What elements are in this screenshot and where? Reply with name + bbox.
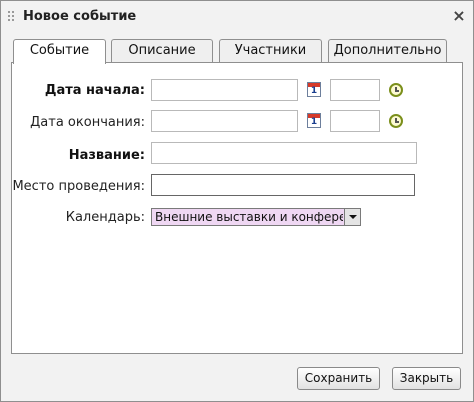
end-date-label: Дата окончания: [30,115,145,130]
clock-icon[interactable] [389,83,403,97]
location-input[interactable] [151,174,415,196]
tab-event[interactable]: Событие [13,39,106,64]
drag-grip-icon[interactable] [8,11,14,23]
dialog-title: Новое событие [23,9,137,24]
calendar-select[interactable]: Внешние выставки и конференции [151,208,361,226]
close-icon[interactable]: × [451,7,467,25]
tab-additional[interactable]: Дополнительно [328,39,447,63]
tab-participants[interactable]: Участники [219,39,322,63]
close-button[interactable]: Закрыть [392,367,461,390]
calendar-label: Календарь: [65,210,145,225]
end-date-input[interactable] [151,110,298,132]
calendar-icon[interactable]: 1 [307,113,321,128]
end-time-input[interactable] [330,110,380,132]
save-button[interactable]: Сохранить [297,367,380,390]
start-time-input[interactable] [330,79,380,101]
dialog-titlebar[interactable]: Новое событие × [1,1,473,33]
chevron-down-icon[interactable] [344,209,360,225]
new-event-dialog: Новое событие × Событие Описание Участни… [0,0,474,402]
tab-description[interactable]: Описание [111,39,213,63]
location-label: Место проведения: [12,179,145,194]
name-label: Название: [68,148,145,163]
calendar-icon[interactable]: 1 [307,82,321,97]
clock-icon[interactable] [389,114,403,128]
start-date-input[interactable] [151,79,298,101]
name-input[interactable] [151,142,417,164]
calendar-select-value: Внешние выставки и конференции [155,210,343,224]
start-date-label: Дата начала: [44,83,145,98]
